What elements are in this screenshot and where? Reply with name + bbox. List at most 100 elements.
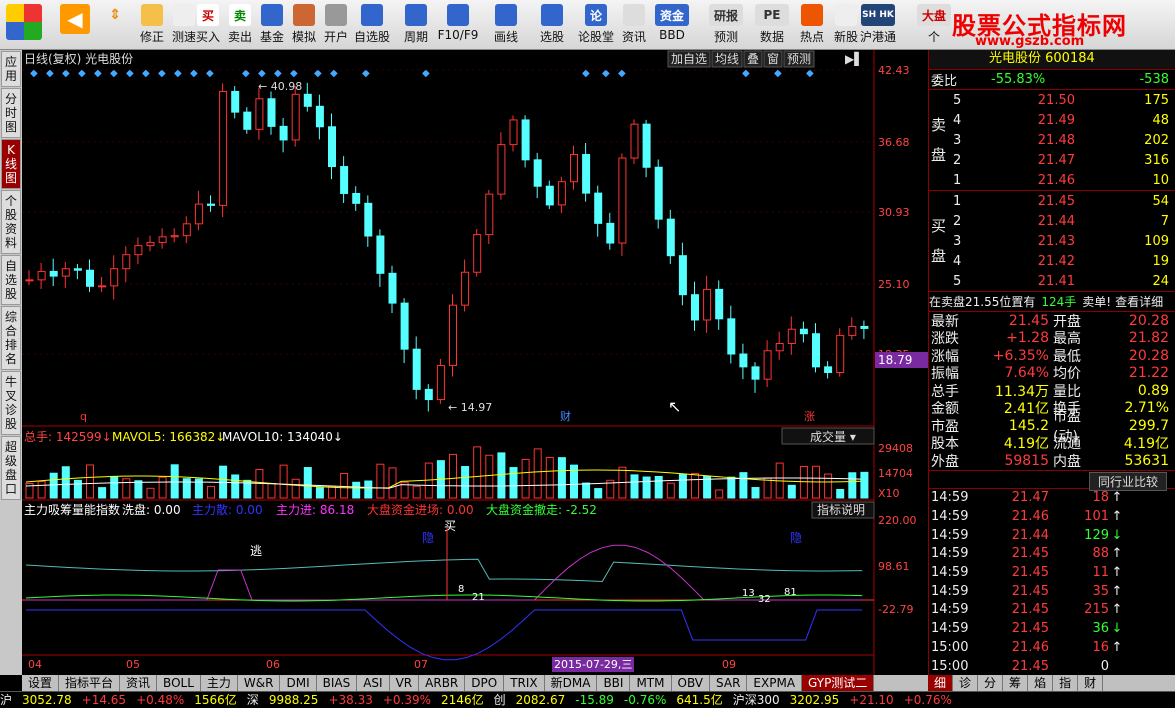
buy-level[interactable]: 4 21.42 19	[929, 251, 1175, 271]
toolbar-hk-button[interactable]: SH HK 沪港通	[858, 4, 898, 46]
indicator-tab[interactable]: W&R	[238, 675, 281, 691]
panel-tab[interactable]: 财	[1078, 675, 1104, 691]
bbd-icon: 资金	[655, 4, 689, 26]
level-price: 21.45	[1037, 193, 1075, 209]
kline-chart[interactable]: 日线(复权) 光电股份 加自选 均线叠窗预测 ▶▌ ◆ ◆ ◆ ◆ ◆ ◆ ◆ ◆ ◆ ◆ ◆ ◆ ◆ ◆ ◆ ◆ ◆ ◆…	[22, 50, 928, 675]
toolbar-period-button[interactable]: 周期	[396, 4, 436, 46]
toolbar-forecast-button[interactable]: 研报 预测	[706, 4, 746, 46]
indicator-tab[interactable]: 设置	[22, 675, 60, 691]
indicator-tab[interactable]: MTM	[630, 675, 672, 691]
sell-level[interactable]: 2 21.47 316	[929, 150, 1175, 170]
toolbar-label: 新股	[833, 30, 858, 44]
sell-level[interactable]: 3 21.48 202	[929, 130, 1175, 150]
volume-bar	[836, 488, 845, 499]
toolbar-label: 开户	[323, 30, 348, 44]
panel-tab[interactable]: 细	[928, 675, 954, 691]
toolbar-pen-button[interactable]: 画线	[486, 4, 526, 46]
volume-selector-label: 成交量 ▾	[810, 429, 856, 444]
date-tick: 07	[414, 658, 428, 671]
indicator-explain-label: 指标说明	[817, 502, 865, 517]
tick-volume: 88	[1092, 546, 1109, 562]
sell-level[interactable]: 1 21.46 10	[929, 170, 1175, 190]
toolbar-market-button[interactable]: 大盘个	[914, 4, 954, 46]
candle-body	[836, 334, 845, 373]
left-tab[interactable]: 牛叉诊股	[1, 371, 21, 435]
candle-body	[340, 166, 349, 194]
candle-body	[37, 270, 46, 281]
sell-level[interactable]: 5 21.50 175	[929, 90, 1175, 110]
left-tab[interactable]: 超级盘口	[1, 436, 21, 500]
panel-tab[interactable]: 指	[1053, 675, 1079, 691]
toolbar-select-button[interactable]: 选股	[532, 4, 572, 46]
candle-body	[570, 154, 578, 183]
left-tab[interactable]: 应用	[1, 51, 21, 87]
indicator-tab[interactable]: 指标平台	[59, 675, 121, 691]
indicator-tab[interactable]: OBV	[672, 675, 711, 691]
toolbar-bbd-button[interactable]: 资金 BBD	[652, 4, 692, 46]
toolbar-pe-button[interactable]: PE 数据	[752, 4, 792, 46]
toolbar-news-button[interactable]: 资讯	[614, 4, 654, 46]
order-notice[interactable]: 在卖盘21.55位置有 124手 卖单! 查看详细	[929, 292, 1175, 312]
panel-tab[interactable]: 筹	[1003, 675, 1029, 691]
indicator-tab[interactable]: GYP测试二	[802, 675, 875, 691]
notice-detail-link[interactable]: 查看详细	[1115, 293, 1163, 310]
indicator-value-label: 13	[742, 588, 755, 599]
chart-button-label: 加自选	[671, 52, 707, 66]
candle-body	[134, 245, 143, 256]
indicator-tab[interactable]: 资讯	[120, 675, 158, 691]
webi-pct: -55.83%	[991, 72, 1046, 87]
sell-level[interactable]: 4 21.49 48	[929, 110, 1175, 130]
candle-body	[243, 111, 252, 130]
indicator-tab[interactable]: ASI	[357, 675, 390, 691]
candle-body	[436, 365, 445, 401]
volume-bar	[328, 485, 336, 499]
volume-bar	[666, 482, 675, 499]
panel-tab[interactable]: 诊	[953, 675, 979, 691]
indicator-tab[interactable]: SAR	[710, 675, 748, 691]
volume-bar	[594, 488, 603, 499]
indicator-tab[interactable]: TRIX	[504, 675, 545, 691]
volume-bar	[122, 478, 131, 499]
indicator-tab[interactable]: 主力	[201, 675, 238, 691]
back-button[interactable]: ◀	[60, 4, 90, 46]
updown-button[interactable]: ⇕	[104, 4, 126, 46]
indicator-tab[interactable]: EXPMA	[747, 675, 803, 691]
indicator-tab[interactable]: DMI	[280, 675, 317, 691]
panel-tab[interactable]: 分	[978, 675, 1004, 691]
toolbar-star-button[interactable]: 自选股	[352, 4, 392, 46]
buy-level[interactable]: 5 21.41 24	[929, 271, 1175, 291]
stat-row: 涨幅 +6.35% 最低 20.28	[929, 347, 1175, 365]
candle-body	[303, 93, 312, 107]
quote-panel: 光电股份 600184 委比 -55.83% -538 5 21.50 1 7 5 4 21…	[928, 50, 1175, 675]
toolbar-label: BBD	[659, 28, 685, 42]
left-tab[interactable]: 自选股	[1, 255, 21, 305]
indicator-tab[interactable]: ARBR	[419, 675, 466, 691]
indicator-tab[interactable]: 新DMA	[545, 675, 598, 691]
indicator-tab[interactable]: VR	[390, 675, 420, 691]
buy-level[interactable]: 3 21.43 109	[929, 231, 1175, 251]
refresh-icon	[141, 4, 163, 26]
panel-tab[interactable]: 焰	[1028, 675, 1054, 691]
level-price: 21.44	[1037, 213, 1075, 229]
indicator-tab[interactable]: BBI	[597, 675, 631, 691]
indicator-tab[interactable]: DPO	[465, 675, 505, 691]
volume-bar	[207, 485, 215, 499]
toolbar-forum-button[interactable]: 论论股堂	[576, 4, 616, 46]
volume-bar	[388, 467, 397, 499]
buy-level[interactable]: 2 21.44 7	[929, 211, 1175, 231]
left-tab[interactable]: K线图	[1, 139, 21, 189]
toolbar-f10-button[interactable]: F10/F9	[438, 4, 478, 46]
indicator-tab[interactable]: BIAS	[317, 675, 358, 691]
volume-bar	[545, 456, 554, 499]
compare-button[interactable]: 同行业比较	[1089, 471, 1168, 491]
app-logo[interactable]	[6, 4, 42, 46]
buy-level[interactable]: 1 21.45 54	[929, 191, 1175, 211]
chart-menu-icon[interactable]: ▶▌	[845, 51, 863, 66]
left-tab[interactable]: 综合排名	[1, 306, 21, 370]
left-tab[interactable]: 分时图	[1, 88, 21, 138]
toolbar-lock-button[interactable]: 开户	[316, 4, 356, 46]
toolbar-label: 个	[927, 30, 940, 44]
left-tab[interactable]: 个股资料	[1, 190, 21, 254]
indicator-tab[interactable]: BOLL	[157, 675, 201, 691]
level-volume: 202	[1144, 132, 1169, 148]
